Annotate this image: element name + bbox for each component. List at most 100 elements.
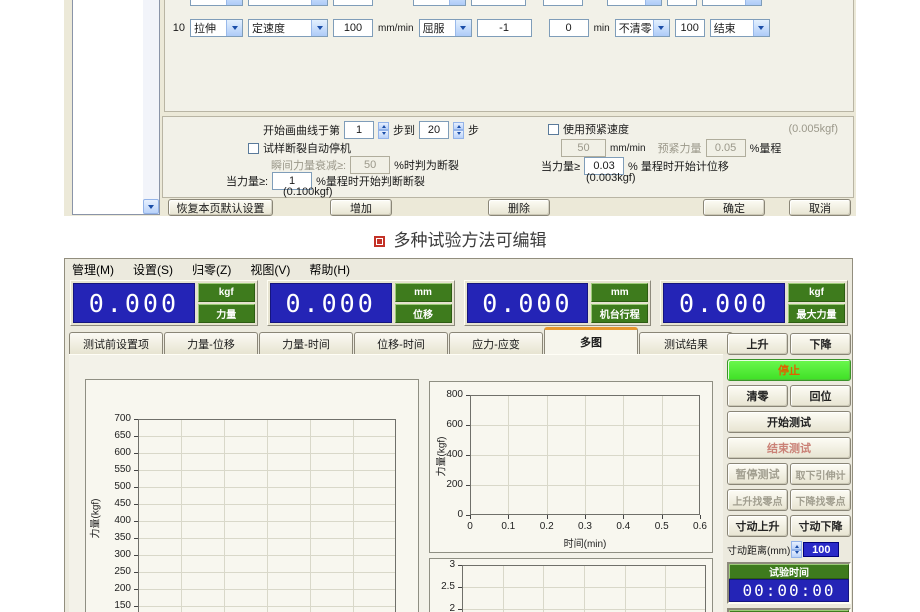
grid-line xyxy=(662,515,663,519)
ok-button[interactable]: 确定 xyxy=(703,199,765,216)
settings-box: 开始画曲线于第 1 步到 20 步 试样断裂自动停机 瞬间力量衰减≥: 50 %… xyxy=(162,116,854,198)
menu-bar: 管理(M) 设置(S) 归零(Z) 视图(V) 帮助(H) xyxy=(69,261,353,277)
tab-stress-strain[interactable]: 应力-应变 xyxy=(449,332,543,354)
test-method-dialog: 10 拉伸 定速度 100 mm/min 屈服 -1 0 min 不清零 100… xyxy=(64,0,856,216)
delete-button[interactable]: 删除 xyxy=(488,199,550,216)
end-test-button[interactable]: 结束测试 xyxy=(727,437,851,459)
combo-arrow-icon[interactable] xyxy=(311,0,327,5)
break-stop-checkbox[interactable] xyxy=(248,143,259,154)
combo-arrow-icon[interactable] xyxy=(226,0,242,5)
select-value: 屈服 xyxy=(423,20,445,36)
curve-to-input[interactable]: 20 xyxy=(419,121,449,139)
menu-help[interactable]: 帮助(H) xyxy=(306,260,353,279)
chevron-down-icon xyxy=(148,205,154,212)
add-button[interactable]: 增加 xyxy=(330,199,392,216)
menu-zero[interactable]: 归零(Z) xyxy=(189,260,234,279)
force-value-display: 0.000 xyxy=(73,283,195,323)
combo-arrow-icon[interactable] xyxy=(745,0,761,5)
caption-text: 多种试验方法可编辑 xyxy=(394,231,547,250)
jog-distance-spinner[interactable] xyxy=(791,541,802,558)
menu-view[interactable]: 视图(V) xyxy=(247,260,293,279)
step-row-9-partial xyxy=(171,0,762,7)
displacement-value-display: 0.000 xyxy=(270,283,392,323)
displacement-name-label: 位移 xyxy=(395,304,452,323)
down-button[interactable]: 下降 xyxy=(790,333,851,355)
curve-suffix-label: 步 xyxy=(468,122,479,138)
step-percent-input[interactable] xyxy=(667,0,697,6)
tick-label: 2 xyxy=(430,603,455,612)
jog-distance-label: 寸动距离(mm) xyxy=(727,542,790,557)
return-button[interactable]: 回位 xyxy=(790,385,851,407)
curve-to-spinner[interactable] xyxy=(453,122,464,139)
steps-panel: 10 拉伸 定速度 100 mm/min 屈服 -1 0 min 不清零 100… xyxy=(164,0,854,112)
force-note-line: (0.100kgf) xyxy=(283,186,333,198)
grid-line xyxy=(547,515,548,519)
step-condition-input[interactable] xyxy=(471,0,526,6)
dialog-button-row: 恢复本页默认设置 增加 删除 确定 取消 xyxy=(168,199,854,216)
step-time-input[interactable] xyxy=(543,0,583,6)
method-listbox[interactable] xyxy=(72,0,160,215)
step-speed-input[interactable] xyxy=(333,0,373,6)
step-time-input[interactable]: 0 xyxy=(549,19,589,37)
listbox-scrollbar[interactable] xyxy=(143,0,159,214)
step-next-select[interactable]: 结束 xyxy=(710,19,770,37)
jog-up-button[interactable]: 寸动上升 xyxy=(727,515,788,537)
up-button[interactable]: 上升 xyxy=(727,333,788,355)
tick-label: 300 xyxy=(86,549,131,560)
step-speed-input[interactable]: 100 xyxy=(333,19,373,37)
force-threshold-label: 当力量≥: xyxy=(226,173,268,189)
step-condition-select[interactable]: 屈服 xyxy=(419,19,472,37)
step-percent-input[interactable]: 100 xyxy=(675,19,705,37)
remove-extensometer-button[interactable]: 取下引伸计 xyxy=(790,463,851,485)
step-condition-select[interactable] xyxy=(413,0,466,6)
pause-test-button[interactable]: 暂停测试 xyxy=(727,463,788,485)
step-clear-select[interactable]: 不清零 xyxy=(615,19,670,37)
tick-label: 200 xyxy=(86,583,131,594)
menu-manage[interactable]: 管理(M) xyxy=(69,260,117,279)
scroll-down-button[interactable] xyxy=(143,199,159,214)
up-find-zero-button[interactable]: 上升找零点 xyxy=(727,489,788,511)
step-condition-input[interactable]: -1 xyxy=(477,19,532,37)
pretension-speed-unit: mm/min xyxy=(610,143,646,154)
pretension-speed-input[interactable]: 50 xyxy=(561,139,606,157)
menu-settings[interactable]: 设置(S) xyxy=(130,260,176,279)
red-square-bullet-icon xyxy=(374,236,385,247)
jog-distance-row: 寸动距离(mm) 100 xyxy=(727,541,851,558)
step-mode-select[interactable]: 拉伸 xyxy=(190,19,243,37)
tick-label: 600 xyxy=(86,447,131,458)
tab-pretest-settings[interactable]: 测试前设置项 xyxy=(69,332,163,354)
start-test-button[interactable]: 开始测试 xyxy=(727,411,851,433)
stop-button[interactable]: 停止 xyxy=(727,359,851,381)
curve-from-spinner[interactable] xyxy=(378,122,389,139)
curve-from-input[interactable]: 1 xyxy=(344,121,374,139)
step-control-select[interactable] xyxy=(248,0,328,6)
main-window: 管理(M) 设置(S) 归零(Z) 视图(V) 帮助(H) 0.000 kgf … xyxy=(64,258,853,612)
zero-button[interactable]: 清零 xyxy=(727,385,788,407)
step-clear-select[interactable] xyxy=(607,0,662,6)
tab-force-displacement[interactable]: 力量-位移 xyxy=(164,332,258,354)
combo-arrow-icon[interactable] xyxy=(311,20,327,36)
pretension-line: 使用预紧速度 (0.005kgf) xyxy=(548,121,838,137)
combo-arrow-icon[interactable] xyxy=(653,20,669,36)
step-mode-select[interactable] xyxy=(190,0,243,6)
combo-arrow-icon[interactable] xyxy=(455,20,471,36)
pretension-force-input[interactable]: 0.05 xyxy=(706,139,746,157)
combo-arrow-icon[interactable] xyxy=(449,0,465,5)
tab-test-results[interactable]: 测试结果 xyxy=(639,332,733,354)
tab-displacement-time[interactable]: 位移-时间 xyxy=(354,332,448,354)
step-next-select[interactable] xyxy=(702,0,762,6)
combo-arrow-icon[interactable] xyxy=(226,20,242,36)
down-find-zero-button[interactable]: 下降找零点 xyxy=(790,489,851,511)
jog-down-button[interactable]: 寸动下降 xyxy=(790,515,851,537)
step-row-10: 10 拉伸 定速度 100 mm/min 屈服 -1 0 min 不清零 100… xyxy=(171,18,770,38)
combo-arrow-icon[interactable] xyxy=(753,20,769,36)
pretension-checkbox[interactable] xyxy=(548,124,559,135)
cancel-button[interactable]: 取消 xyxy=(789,199,851,216)
tab-force-time[interactable]: 力量-时间 xyxy=(259,332,353,354)
tick-label: 0.3 xyxy=(570,521,600,532)
tab-multi-chart[interactable]: 多图 xyxy=(544,327,638,354)
combo-arrow-icon[interactable] xyxy=(645,0,661,5)
restore-defaults-button[interactable]: 恢复本页默认设置 xyxy=(168,199,273,216)
step-control-select[interactable]: 定速度 xyxy=(248,19,328,37)
jog-distance-input[interactable]: 100 xyxy=(803,542,839,557)
